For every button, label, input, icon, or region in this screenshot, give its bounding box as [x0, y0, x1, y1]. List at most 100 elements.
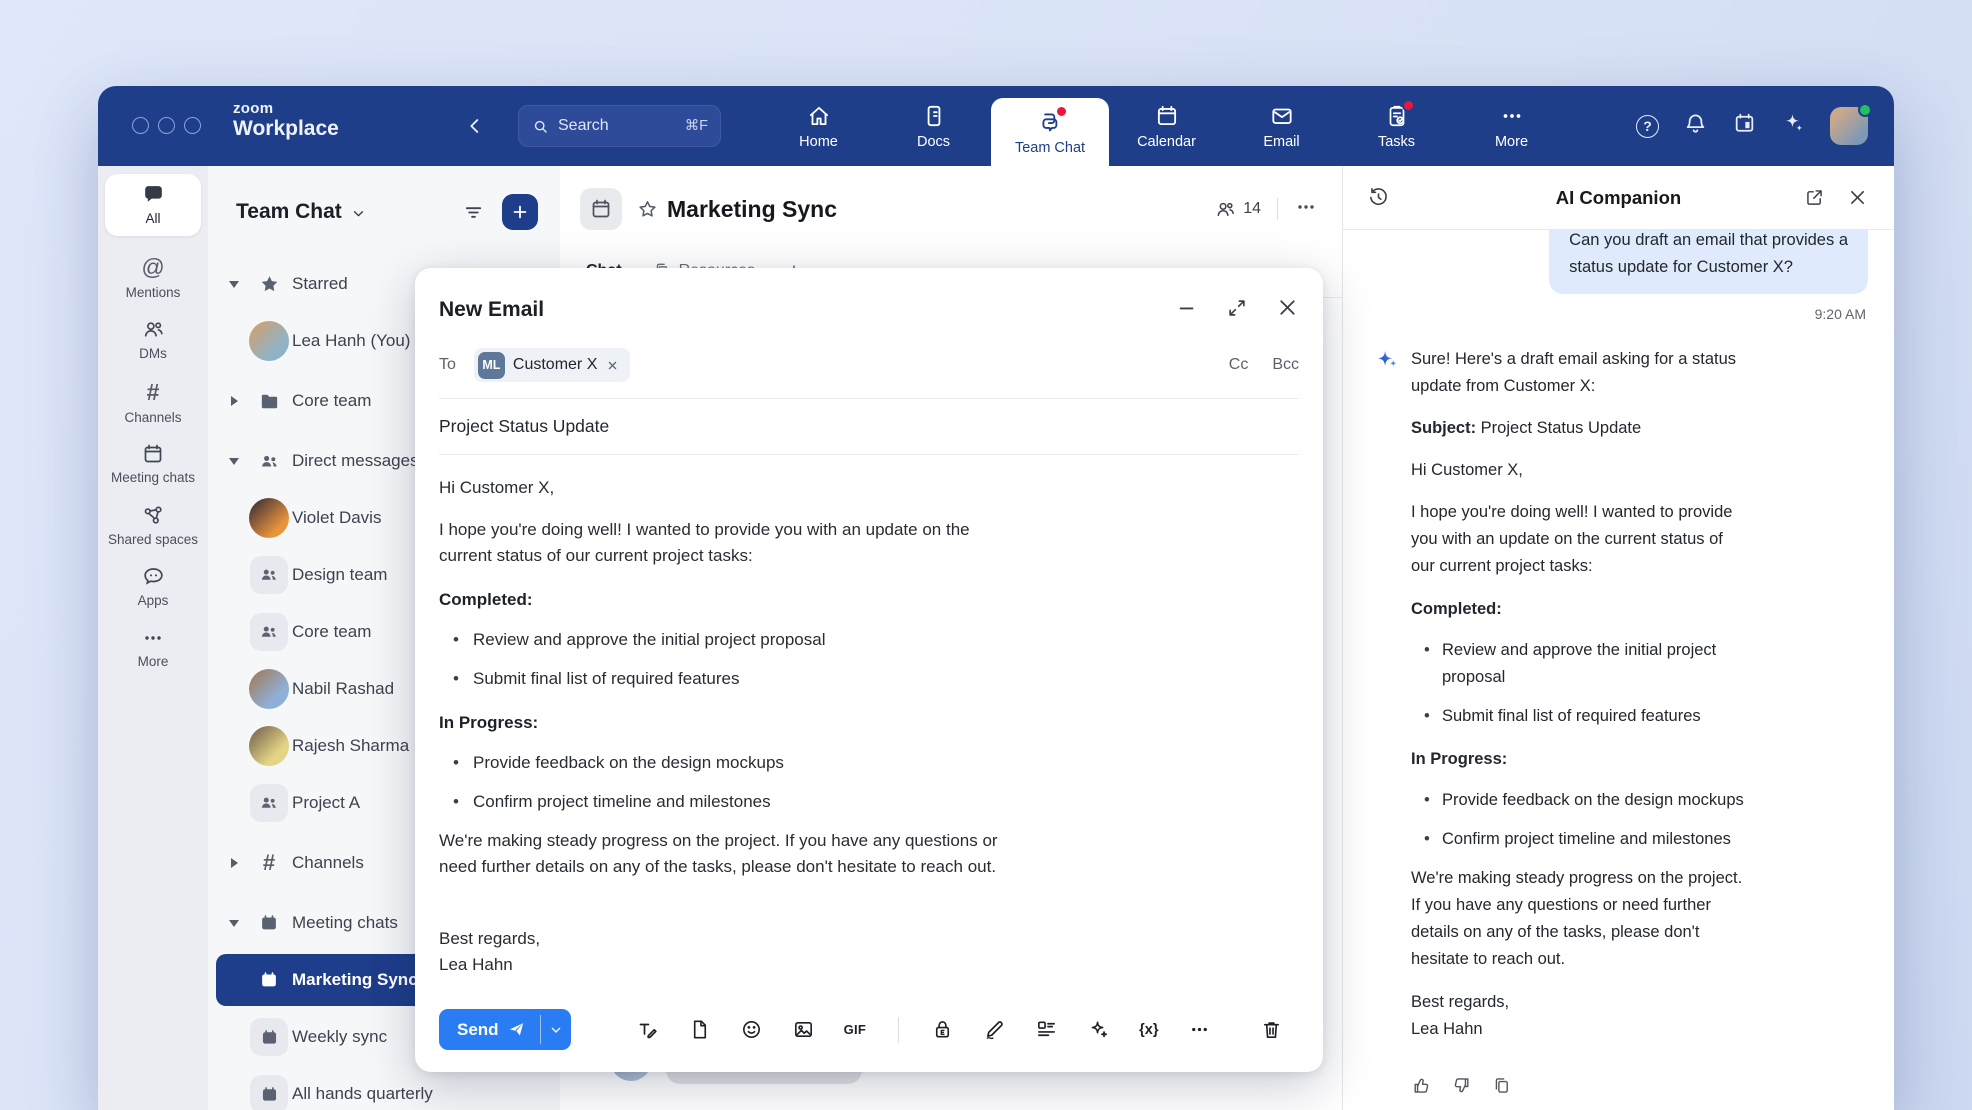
variables-button[interactable]: {x} [1139, 1022, 1158, 1038]
collapse-caret-icon[interactable] [222, 920, 246, 927]
new-email-modal: New Email To ML Customer X Cc Bcc [415, 268, 1323, 1072]
rail-item-mentions[interactable]: @ Mentions [105, 246, 201, 310]
rail-all-label: All [145, 211, 160, 227]
ai-close-button[interactable] [1847, 187, 1868, 208]
nav-calendar[interactable]: Calendar [1109, 86, 1224, 166]
window-controls[interactable] [132, 117, 201, 134]
ai-response-greeting: Hi Customer X, [1411, 457, 1744, 484]
notifications-button[interactable] [1683, 111, 1708, 141]
minimize-icon [1176, 297, 1198, 319]
nav-docs[interactable]: Docs [876, 86, 991, 166]
bcc-button[interactable]: Bcc [1272, 356, 1299, 374]
tasks-unread-badge [1402, 99, 1415, 112]
thumbs-up-button[interactable] [1411, 1075, 1432, 1096]
channel-more-button[interactable] [1294, 195, 1318, 224]
chevron-down-icon [548, 1022, 564, 1038]
rail-item-more[interactable]: More [105, 618, 201, 679]
star-icon [246, 273, 292, 296]
ai-response-completed-heading: Completed: [1411, 596, 1744, 623]
emoji-button[interactable] [740, 1018, 763, 1041]
rail-item-dms[interactable]: DMs [105, 309, 201, 371]
recipient-chip[interactable]: ML Customer X [474, 348, 630, 382]
more-icon [141, 626, 165, 650]
nav-more[interactable]: More [1454, 86, 1569, 166]
expand-button[interactable] [1226, 297, 1248, 324]
send-options-button[interactable] [541, 1009, 571, 1050]
nav-team-chat[interactable]: Team Chat [991, 98, 1109, 166]
rail-item-channels[interactable]: # Channels [105, 371, 201, 435]
rail-item-shared-spaces[interactable]: Shared spaces [105, 495, 201, 557]
insert-image-button[interactable] [792, 1018, 815, 1041]
expand-caret-icon[interactable] [222, 396, 246, 406]
ai-companion-panel: AI Companion Can you draft an email that… [1342, 166, 1894, 1110]
star-outline-icon [636, 198, 659, 221]
collapse-caret-icon[interactable] [222, 281, 246, 288]
profile-avatar[interactable] [1830, 107, 1868, 145]
copy-response-button[interactable] [1491, 1075, 1512, 1096]
collapse-caret-icon[interactable] [222, 458, 246, 465]
search-input[interactable]: Search ⌘F [518, 105, 721, 147]
ai-popout-button[interactable] [1804, 187, 1825, 208]
signature-button[interactable] [983, 1018, 1006, 1041]
encrypt-button[interactable] [931, 1018, 954, 1041]
ai-response-intro: Sure! Here's a draft email asking for a … [1411, 346, 1744, 400]
new-chat-button[interactable] [502, 194, 538, 230]
help-button[interactable]: ? [1636, 115, 1659, 138]
people-icon [246, 450, 292, 473]
open-external-icon [1804, 187, 1825, 208]
favorite-star-button[interactable] [636, 198, 659, 221]
email-body-editor[interactable]: Hi Customer X, I hope you're doing well!… [439, 455, 1299, 993]
nav-tasks[interactable]: Tasks [1339, 86, 1454, 166]
template-button[interactable] [1035, 1018, 1058, 1041]
recipient-avatar: ML [478, 352, 505, 379]
emoji-icon [740, 1018, 763, 1041]
discard-draft-button[interactable] [1260, 1018, 1283, 1041]
window-close-dot[interactable] [132, 117, 149, 134]
ai-sparkle-icon [1781, 111, 1806, 136]
chat-list-title-dropdown[interactable]: Team Chat [236, 200, 367, 224]
thumbs-down-button[interactable] [1451, 1075, 1472, 1096]
ai-companion-button[interactable] [1781, 111, 1806, 141]
window-minimize-dot[interactable] [158, 117, 175, 134]
ai-feedback-actions [1411, 1075, 1868, 1096]
window-zoom-dot[interactable] [184, 117, 201, 134]
rail-shared-spaces-label: Shared spaces [108, 532, 198, 548]
pencil-icon [983, 1018, 1006, 1041]
expand-caret-icon[interactable] [222, 858, 246, 868]
cc-button[interactable]: Cc [1229, 356, 1249, 374]
filter-button[interactable] [458, 197, 488, 227]
nav-email[interactable]: Email [1224, 86, 1339, 166]
recipients-field[interactable]: To ML Customer X Cc Bcc [439, 334, 1299, 399]
close-button[interactable] [1276, 296, 1299, 324]
list-item-meeting[interactable]: All hands quarterly [216, 1068, 552, 1110]
rail-item-apps[interactable]: Apps [105, 556, 201, 618]
upcoming-meetings-button[interactable] [1732, 111, 1757, 141]
text-format-button[interactable] [635, 1018, 659, 1042]
send-button[interactable]: Send [439, 1009, 540, 1050]
ai-response-signature: Best regards, Lea Hahn [1411, 989, 1744, 1043]
ai-compose-button[interactable] [1087, 1018, 1110, 1041]
rail-item-all[interactable]: All [105, 174, 201, 236]
toolbar-more-button[interactable] [1188, 1018, 1211, 1041]
body-inprogress-heading: In Progress: [439, 710, 1299, 736]
ai-response-bullet: Review and approve the initial project p… [1411, 637, 1744, 691]
calendar-icon [246, 969, 292, 991]
more-icon [1188, 1018, 1211, 1041]
body-bullet: Confirm project timeline and milestones [439, 789, 1299, 815]
channel-title: Marketing Sync [667, 196, 837, 223]
back-button[interactable] [461, 112, 489, 140]
attach-file-button[interactable] [688, 1018, 711, 1041]
remove-recipient-button[interactable] [605, 358, 620, 373]
minimize-button[interactable] [1176, 297, 1198, 324]
folder-icon [246, 390, 292, 413]
search-shortcut: ⌘F [685, 118, 708, 134]
nav-home[interactable]: Home [761, 86, 876, 166]
members-button[interactable]: 14 [1214, 198, 1261, 221]
ai-history-button[interactable] [1367, 186, 1390, 209]
avatar [246, 669, 292, 709]
rail-item-meeting-chats[interactable]: Meeting chats [105, 434, 201, 495]
subject-field[interactable]: Project Status Update [439, 399, 1299, 455]
nav-home-label: Home [799, 134, 838, 150]
titlebar-right-actions: ? [1636, 86, 1868, 166]
gif-button[interactable]: GIF [844, 1022, 867, 1037]
